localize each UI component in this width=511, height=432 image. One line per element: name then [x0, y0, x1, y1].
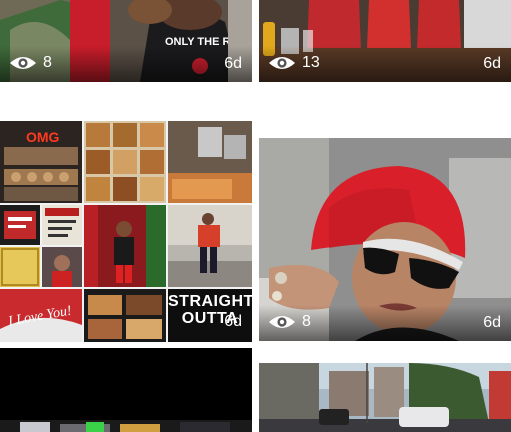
photo-tile-1-views-count: 8 [43, 54, 52, 71]
eye-icon [10, 57, 36, 69]
collage-cell-i-love-you: I Love You! [0, 289, 82, 342]
photo-tile-3-collage[interactable]: OMG I Love You! STRAIGHT OUTTA 6d [0, 121, 252, 342]
collage-cell-portrait [42, 247, 82, 287]
collage-cell-food-case: OMG [0, 121, 82, 203]
photo-tile-2-age: 6d [483, 55, 501, 72]
photo-tile-4-views: 8 [268, 313, 311, 331]
photo-tile-4-image [259, 138, 511, 341]
photo-tile-6[interactable] [259, 363, 511, 432]
collage-cell-kitchen [168, 121, 252, 203]
photo-tile-1[interactable]: ONLY THE REAL 8 6d [0, 0, 252, 82]
collage-cell-person-red [84, 205, 166, 287]
photo-tile-5-image [0, 348, 252, 432]
photo-tile-2-views-count: 13 [302, 54, 320, 71]
eye-icon [269, 57, 295, 69]
photo-tile-2[interactable]: 13 6d [259, 0, 511, 82]
photo-tile-1-age: 6d [224, 55, 242, 72]
photo-tile-1-views: 8 [9, 54, 52, 72]
collage-cell-menu-1 [0, 205, 40, 245]
photo-tile-4-age: 6d [483, 314, 501, 331]
photo-tile-3-age: 6d [224, 313, 242, 330]
collage-cell-cornbread [0, 247, 40, 287]
collage-cell-dishes [84, 121, 166, 203]
collage-cell-pork-chops [84, 289, 166, 342]
photo-tile-5[interactable] [0, 348, 252, 432]
photo-tile-4[interactable]: 8 6d [259, 138, 511, 341]
collage-cell-menu-2 [42, 205, 82, 245]
collage-sign-text: OMG [26, 129, 60, 145]
photo-tile-4-views-count: 8 [302, 313, 311, 330]
photo-tile-2-views: 13 [268, 54, 320, 72]
photo-tile-6-image [259, 363, 511, 432]
eye-icon [269, 316, 295, 328]
collage-cell-person-street [168, 205, 252, 287]
